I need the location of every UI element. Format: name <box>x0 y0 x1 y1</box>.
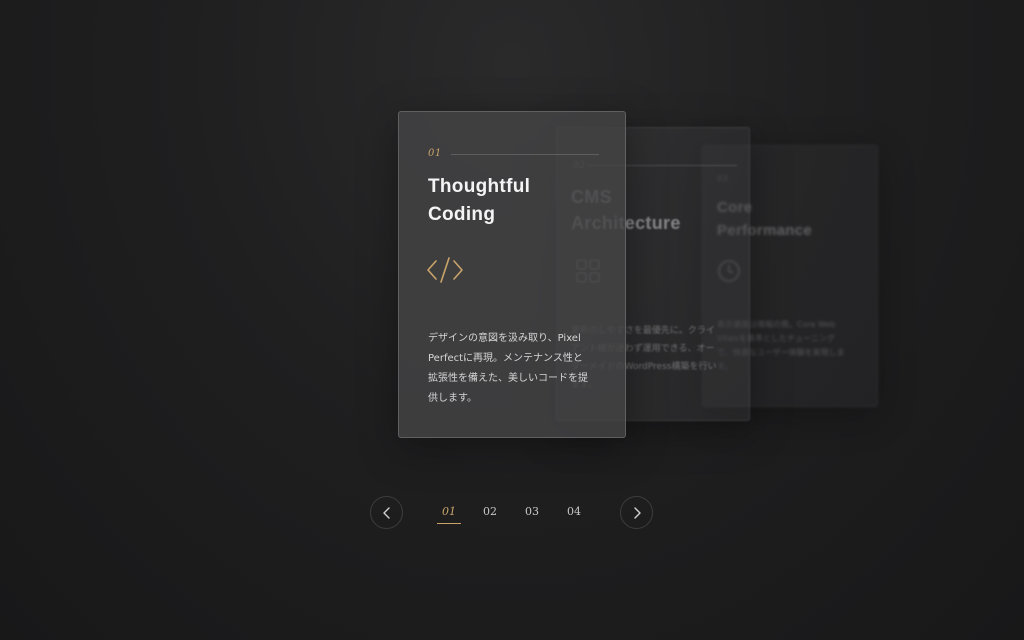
card-number: 01 <box>428 148 442 159</box>
chevron-left-icon <box>382 506 392 519</box>
code-icon <box>426 255 464 290</box>
page-item-03[interactable]: 03 <box>520 505 544 523</box>
page-item-02[interactable]: 02 <box>478 505 502 523</box>
card-divider <box>451 154 599 155</box>
page-item-04[interactable]: 04 <box>562 505 586 523</box>
carousel: 03 Core Performance 表示速度は情報の質。Core Web V… <box>0 0 1024 640</box>
service-card-01[interactable]: 01 Thoughtful Coding デザインの意図を汲み取り、Pixel … <box>398 111 626 438</box>
next-button[interactable] <box>620 496 653 529</box>
prev-button[interactable] <box>370 496 403 529</box>
page-item-01[interactable]: 01 <box>437 505 461 524</box>
card-description: デザインの意図を汲み取り、Pixel Perfectに再現。メンテナンス性と 拡… <box>428 333 588 404</box>
card-title: Thoughtful Coding <box>428 176 531 225</box>
chevron-right-icon <box>632 506 642 519</box>
